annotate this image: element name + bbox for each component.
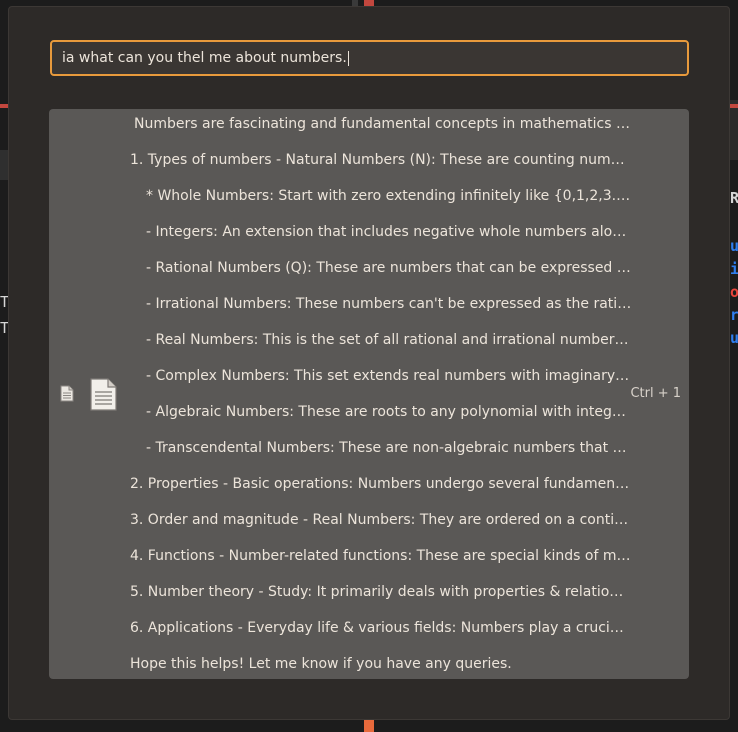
result-text: Numbers are fascinating and fundamental … <box>49 109 689 679</box>
result-line: 4. Functions - Number-related functions:… <box>130 548 632 564</box>
background-bottom-red <box>364 720 374 732</box>
result-line: 6. Applications - Everyday life & variou… <box>130 620 632 636</box>
background-code-right: r <box>730 306 738 324</box>
text-caret <box>347 50 349 66</box>
result-line: 3. Order and magnitude - Real Numbers: T… <box>130 512 632 528</box>
search-input[interactable]: ia what can you thel me about numbers. <box>50 40 689 76</box>
background-red-line-right <box>730 104 738 108</box>
background-code-right: i <box>730 260 738 278</box>
result-line: - Integers: An extension that includes n… <box>146 224 632 240</box>
search-input-value[interactable]: ia what can you thel me about numbers. <box>62 50 347 66</box>
result-line: - Real Numbers: This is the set of all r… <box>146 332 632 348</box>
background-code-right: u <box>730 329 738 347</box>
result-line: Numbers are fascinating and fundamental … <box>134 116 632 132</box>
result-line: * Whole Numbers: Start with zero extendi… <box>146 188 632 204</box>
result-line: - Transcendental Numbers: These are non-… <box>146 440 632 456</box>
result-line: - Algebraic Numbers: These are roots to … <box>146 404 632 420</box>
background-code-right: o <box>730 283 738 301</box>
background-window-right <box>730 100 738 160</box>
result-line: Hope this helps! Let me know if you have… <box>130 656 512 672</box>
background-window-left <box>0 150 8 180</box>
result-line: - Complex Numbers: This set extends real… <box>146 368 632 384</box>
launcher-window: ia what can you thel me about numbers. N… <box>8 6 730 720</box>
result-line: 5. Number theory - Study: It primarily d… <box>130 584 632 600</box>
background-code-right: u <box>730 237 738 255</box>
result-line: 2. Properties - Basic operations: Number… <box>130 476 632 492</box>
result-line: 1. Types of numbers - Natural Numbers (N… <box>130 152 632 168</box>
background-code-right: R <box>730 189 738 207</box>
result-line: - Rational Numbers (Q): These are number… <box>146 260 632 276</box>
keyboard-shortcut: Ctrl + 1 <box>630 386 681 401</box>
result-line: - Irrational Numbers: These numbers can'… <box>146 296 632 312</box>
result-item[interactable]: Numbers are fascinating and fundamental … <box>49 109 689 679</box>
background-red-line-left <box>0 104 8 108</box>
